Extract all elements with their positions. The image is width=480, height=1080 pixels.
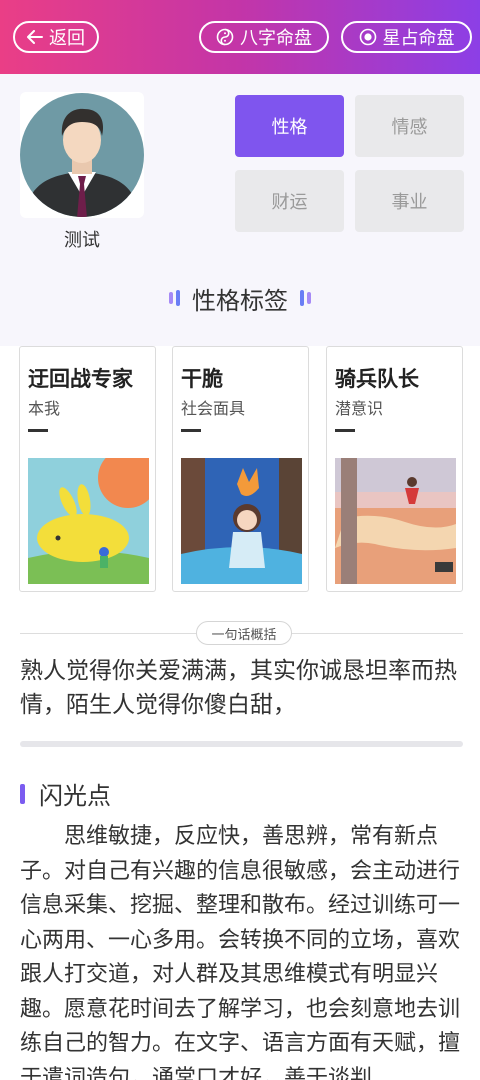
personality-tags-heading: 性格标签	[0, 280, 480, 316]
decor-bars-right	[300, 290, 311, 306]
star-label: 星占命盘	[382, 28, 455, 49]
avatar	[20, 92, 144, 218]
tag-card[interactable]: 骑兵队长 潜意识	[326, 346, 463, 592]
section-title: 性格标签	[192, 286, 288, 315]
card-subtitle: 社会面具	[181, 399, 246, 418]
star-chart-button[interactable]: 星占命盘	[341, 21, 472, 53]
card-dash	[181, 429, 201, 432]
arrow-left-icon	[27, 30, 43, 44]
user-name: 测试	[64, 230, 100, 251]
highlight-body: 思维敏捷，反应快，善思辨，常有新点子。对自己有兴趣的信息很敏感，会主动进行信息采…	[20, 824, 461, 1080]
card-title: 迂回战专家	[28, 367, 133, 391]
highlight-title: 闪光点	[39, 782, 111, 810]
accent-bar	[20, 783, 25, 804]
fox-girl-illustration	[181, 458, 302, 584]
card-title: 干脆	[181, 367, 223, 391]
dancer-illustration	[335, 458, 456, 584]
back-button[interactable]: 返回	[13, 21, 99, 53]
top-bar: 返回 八字命盘 星占命盘	[0, 0, 480, 74]
decor-bars-left	[169, 290, 180, 306]
card-subtitle: 本我	[28, 399, 61, 418]
card-title: 骑兵队长	[335, 367, 419, 391]
card-dash	[335, 429, 355, 432]
tab-personality[interactable]: 性格	[235, 95, 344, 157]
tag-card[interactable]: 迂回战专家 本我	[19, 346, 156, 592]
yin-yang-icon	[216, 28, 234, 46]
highlight-heading: 闪光点	[20, 776, 111, 811]
back-label: 返回	[49, 28, 85, 49]
tab-emotion[interactable]: 情感	[355, 95, 464, 157]
tag-card[interactable]: 干脆 社会面具	[172, 346, 309, 592]
section-divider	[20, 741, 463, 747]
card-subtitle: 潜意识	[335, 399, 384, 418]
target-icon	[359, 28, 377, 46]
bazi-chart-button[interactable]: 八字命盘	[199, 21, 329, 53]
tab-wealth[interactable]: 财运	[235, 170, 344, 232]
tab-career[interactable]: 事业	[355, 170, 464, 232]
bazi-label: 八字命盘	[240, 28, 312, 49]
summary-badge: 一句话概括	[196, 621, 292, 645]
summary-text: 熟人觉得你关爱满满，其实你诚恳坦率而热情，陌生人觉得你傻白甜，	[20, 658, 457, 718]
rabbit-illustration	[28, 458, 149, 584]
card-dash	[28, 429, 48, 432]
